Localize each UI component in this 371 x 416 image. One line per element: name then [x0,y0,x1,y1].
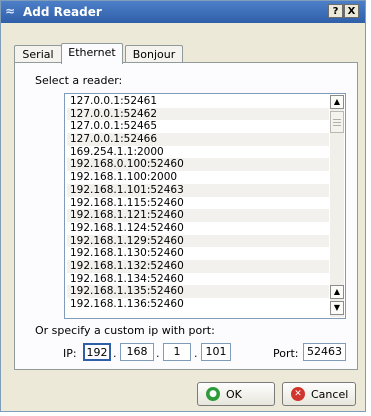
ip-octet-2-field[interactable]: 168 [120,343,154,361]
arrow-up-icon: ▲ [333,97,341,106]
window-title: Add Reader [23,5,102,19]
scroll-up-button-lower[interactable]: ▲ [330,285,344,299]
arrow-up-icon: ▲ [333,287,341,296]
reader-list-item[interactable]: 192.168.1.101:52463 [67,183,329,197]
grip-line [333,125,341,126]
reader-list-item[interactable]: 192.168.1.100:2000 [67,171,329,184]
close-button[interactable]: X [344,4,359,18]
ok-button[interactable]: ● OK [197,382,275,406]
reader-list-item[interactable]: 192.168.0.100:52460 [67,158,329,172]
scroll-thumb[interactable] [330,111,344,133]
reader-list-item[interactable]: 169.254.1.1:2000 [67,146,329,159]
tab-serial[interactable]: Serial [14,45,62,63]
reader-list-item[interactable]: 127.0.0.1:52466 [67,133,329,146]
reader-list-item[interactable]: 192.168.1.135:52460 [67,285,329,298]
add-reader-dialog: ≈ Add Reader ? X Serial Ethernet Bonjour… [0,0,366,412]
arrow-down-icon: ▼ [333,303,341,312]
help-button[interactable]: ? [328,4,343,18]
ok-button-label: OK [226,388,242,401]
cancel-icon: ✕ [291,387,305,401]
reader-list-item[interactable]: 192.168.1.132:52460 [67,259,329,273]
cancel-button[interactable]: ✕ Cancel [282,382,356,406]
ip-dot-separator: . [113,347,117,360]
custom-ip-label: Or specify a custom ip with port: [35,324,215,337]
ip-octet-4-field[interactable]: 101 [201,343,231,361]
tab-ethernet[interactable]: Ethernet [61,43,123,64]
cancel-button-label: Cancel [311,388,349,401]
reader-list-item[interactable]: 127.0.0.1:52465 [67,120,329,133]
reader-list-item[interactable]: 192.168.1.130:52460 [67,247,329,260]
reader-list-item[interactable]: 127.0.0.1:52462 [67,107,329,121]
grip-line [333,119,341,120]
reader-list-item[interactable]: 192.168.1.129:52460 [67,234,329,248]
ip-octet-3-field[interactable]: 1 [163,343,191,361]
vertical-scrollbar[interactable]: ▲ ▲ ▼ [330,95,344,317]
reader-list-item[interactable]: 192.168.1.121:52460 [67,209,329,222]
port-field[interactable]: 52463 [303,343,346,361]
grip-line [333,122,341,123]
ip-dot-separator: . [156,347,160,360]
ip-label: IP: [63,347,77,360]
app-icon: ≈ [5,4,16,18]
reader-list[interactable]: 127.0.0.1:52461 127.0.0.1:52462 127.0.0.1:… [64,93,346,319]
reader-list-items: 127.0.0.1:52461 127.0.0.1:52462 127.0.0.1:… [67,95,329,311]
reader-list-item[interactable]: 192.168.1.115:52460 [67,197,329,210]
select-reader-label: Select a reader: [35,74,123,87]
ip-octet-1-field[interactable]: 192 [83,343,111,361]
port-label: Port: [273,347,299,360]
tab-bonjour[interactable]: Bonjour [125,45,183,63]
reader-list-item[interactable]: 127.0.0.1:52461 [67,95,329,108]
ip-dot-separator: . [194,347,198,360]
scroll-up-button[interactable]: ▲ [330,95,344,109]
reader-list-item[interactable]: 192.168.1.124:52460 [67,222,329,235]
ok-icon: ● [206,387,220,401]
scroll-down-button[interactable]: ▼ [330,301,344,315]
reader-list-item[interactable]: 192.168.1.136:52460 [67,298,329,311]
reader-list-item[interactable]: 192.168.1.134:52460 [67,273,329,286]
title-bar[interactable]: ≈ Add Reader ? X [1,1,365,23]
